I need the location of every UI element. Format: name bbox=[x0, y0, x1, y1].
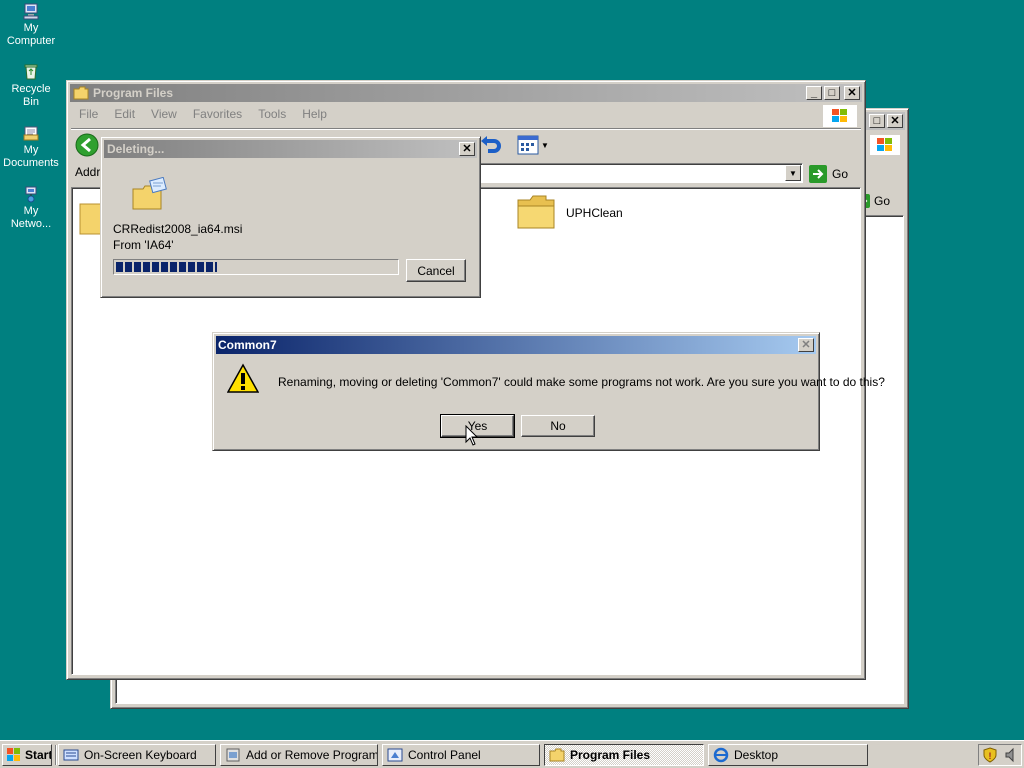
folder-icon bbox=[549, 748, 565, 762]
computer-icon bbox=[23, 3, 39, 20]
confirm-message: Renaming, moving or deleting 'Common7' c… bbox=[278, 375, 885, 389]
recycle-bin-icon[interactable]: Recycle Bin bbox=[2, 63, 60, 109]
back-button[interactable] bbox=[75, 133, 99, 157]
address-dropdown-button[interactable]: ▼ bbox=[785, 165, 801, 181]
my-documents-icon[interactable]: My Documents bbox=[2, 124, 60, 170]
task-add-remove-programs[interactable]: Add or Remove Programs bbox=[220, 744, 378, 766]
task-on-screen-keyboard[interactable]: On-Screen Keyboard bbox=[58, 744, 216, 766]
dialog-title: Deleting... bbox=[107, 142, 165, 156]
go-label: Go bbox=[832, 167, 849, 181]
task-control-panel[interactable]: Control Panel bbox=[382, 744, 540, 766]
start-button[interactable]: Start bbox=[2, 744, 52, 766]
desktop-icon-label: My Computer bbox=[6, 22, 56, 47]
window-title: Program Files bbox=[93, 86, 174, 100]
folder-name: UPHClean bbox=[566, 206, 623, 220]
taskbar-separator bbox=[55, 745, 57, 765]
undo-icon bbox=[481, 136, 501, 153]
menu-help[interactable]: Help bbox=[294, 107, 335, 121]
close-icon: ✕ bbox=[801, 338, 811, 351]
flying-file-folder-icon bbox=[132, 177, 167, 210]
close-icon: ✕ bbox=[890, 114, 900, 127]
keyboard-icon bbox=[63, 749, 79, 761]
internet-explorer-icon bbox=[713, 747, 729, 763]
my-network-icon[interactable]: My Netwo... bbox=[2, 185, 60, 231]
menu-tools[interactable]: Tools bbox=[250, 107, 294, 121]
back-arrow-icon bbox=[75, 133, 99, 157]
address-input[interactable]: ▼ bbox=[477, 163, 803, 183]
go-button[interactable]: Go bbox=[809, 164, 855, 184]
folder-item[interactable]: UPHClean bbox=[516, 194, 623, 232]
warning-icon bbox=[227, 363, 259, 393]
menu-bar: File Edit View Favorites Tools Help bbox=[71, 104, 335, 124]
menu-edit[interactable]: Edit bbox=[106, 107, 143, 121]
cancel-button[interactable]: Cancel bbox=[406, 259, 466, 282]
deleting-filename: CRRedist2008_ia64.msi bbox=[113, 222, 243, 236]
windows-flag-icon bbox=[877, 138, 892, 151]
menu-view[interactable]: View bbox=[143, 107, 185, 121]
mouse-cursor-icon bbox=[465, 425, 479, 446]
taskbar: Start On-Screen Keyboard Add or Remove P… bbox=[0, 740, 1024, 768]
network-icon bbox=[25, 186, 37, 203]
confirm-dialog-titlebar[interactable]: Common7 ✕ bbox=[216, 336, 816, 354]
svg-text:!: ! bbox=[989, 751, 992, 761]
toolbar-separator bbox=[71, 128, 861, 129]
windows-flag-icon bbox=[832, 109, 847, 122]
task-label: On-Screen Keyboard bbox=[84, 748, 197, 762]
dropdown-arrow-icon: ▼ bbox=[541, 140, 549, 150]
dropdown-arrow-icon: ▼ bbox=[789, 168, 797, 178]
dialog-title: Common7 bbox=[218, 338, 277, 352]
views-icon bbox=[517, 135, 539, 155]
system-tray: ! bbox=[978, 744, 1022, 766]
control-panel-icon bbox=[387, 748, 403, 762]
security-shield-icon[interactable]: ! bbox=[982, 747, 998, 763]
deleting-dialog-titlebar[interactable]: Deleting... ✕ bbox=[104, 140, 477, 158]
task-label: Desktop bbox=[734, 748, 779, 762]
explorer-titlebar[interactable]: Program Files _ □ ✕ bbox=[70, 84, 862, 102]
go-label: Go bbox=[874, 194, 891, 208]
deleting-from: From 'IA64' bbox=[113, 238, 174, 252]
go-arrow-icon bbox=[809, 165, 827, 183]
close-icon: ✕ bbox=[847, 86, 857, 99]
progress-bar bbox=[113, 259, 399, 275]
no-button[interactable]: No bbox=[521, 415, 595, 437]
close-button[interactable]: ✕ bbox=[844, 86, 860, 100]
menu-file[interactable]: File bbox=[71, 107, 106, 121]
minimize-icon: _ bbox=[810, 86, 818, 99]
desktop-icon-label: My Netwo... bbox=[10, 205, 52, 230]
my-computer-icon[interactable]: My Computer bbox=[2, 2, 60, 48]
confirm-dialog[interactable]: Common7 ✕ Renaming, moving or deleting '… bbox=[212, 332, 885, 451]
deleting-dialog[interactable]: Deleting... ✕ CRRedist2008_ia64.msi From… bbox=[100, 136, 481, 298]
documents-icon bbox=[23, 126, 39, 141]
windows-logo bbox=[870, 135, 900, 155]
add-remove-programs-icon bbox=[226, 748, 240, 762]
desktop-icon-label: Recycle Bin bbox=[11, 83, 51, 108]
undo-button[interactable] bbox=[479, 135, 507, 157]
task-label: Add or Remove Programs bbox=[246, 748, 378, 762]
maximize-button[interactable]: □ bbox=[869, 114, 885, 128]
volume-speaker-icon[interactable] bbox=[1004, 747, 1018, 763]
menu-favorites[interactable]: Favorites bbox=[185, 107, 250, 121]
desktop-icon-label: My Documents bbox=[3, 144, 59, 169]
close-button[interactable]: ✕ bbox=[798, 338, 814, 352]
folder-icon bbox=[73, 86, 89, 100]
start-label: Start bbox=[25, 748, 52, 762]
task-label: Program Files bbox=[570, 748, 651, 762]
task-program-files[interactable]: Program Files bbox=[544, 744, 704, 766]
minimize-button[interactable]: _ bbox=[806, 86, 822, 100]
task-label: Control Panel bbox=[408, 748, 481, 762]
task-desktop[interactable]: Desktop bbox=[708, 744, 868, 766]
maximize-button[interactable]: □ bbox=[824, 86, 840, 100]
maximize-icon: □ bbox=[873, 114, 881, 127]
address-label: Addr bbox=[75, 165, 101, 179]
maximize-icon: □ bbox=[828, 86, 836, 99]
close-icon: ✕ bbox=[462, 142, 472, 155]
folder-icon bbox=[517, 195, 555, 229]
windows-flag-icon bbox=[7, 748, 20, 761]
windows-logo bbox=[823, 105, 857, 127]
progress-bar-fill bbox=[116, 262, 217, 272]
recycle-bin-icon-graphic bbox=[24, 64, 38, 80]
views-button[interactable]: ▼ bbox=[517, 133, 557, 157]
close-button[interactable]: ✕ bbox=[887, 114, 903, 128]
close-button[interactable]: ✕ bbox=[459, 142, 475, 156]
